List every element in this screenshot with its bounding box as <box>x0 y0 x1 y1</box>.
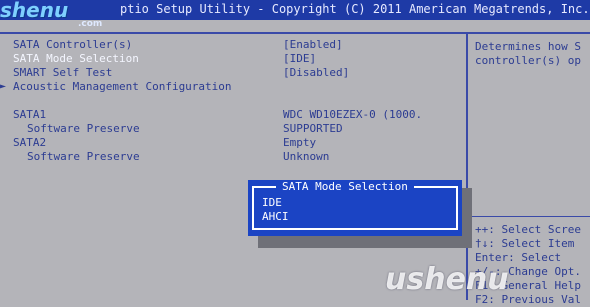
setting-sata-mode-label[interactable]: SATA Mode Selection <box>13 52 139 66</box>
watermark-bottom: ushenu <box>385 262 509 297</box>
setting-sata-controller-value[interactable]: [Enabled] <box>283 38 343 52</box>
submenu-acoustic-label: Acoustic Management Configuration <box>13 80 232 93</box>
settings-panel: SATA Controller(s) [Enabled] SATA Mode S… <box>0 34 468 300</box>
key-help-screen: ++: Select Scree <box>475 223 581 236</box>
drive-sata1-preserve-label: Software Preserve <box>27 122 140 135</box>
drive-sata2-name: SATA2 <box>13 136 47 149</box>
drive-sata1-preserve-value: SUPPORTED <box>283 122 343 135</box>
drive-sata1-name: SATA1 <box>13 108 47 121</box>
watermark-bottom-text: ushenu <box>385 262 509 297</box>
window-title: ptio Setup Utility - Copyright (C) 2011 … <box>120 2 590 16</box>
watermark-logo-text: shenu <box>0 0 69 22</box>
help-text-line2: controller(s) op <box>475 54 581 67</box>
setting-sata-controller-label[interactable]: SATA Controller(s) <box>13 38 132 52</box>
setting-smart-self-test-value[interactable]: [Disabled] <box>283 66 349 80</box>
drive-sata2-preserve-label: Software Preserve <box>27 150 140 163</box>
popup-option-ahci[interactable]: AHCI <box>262 210 289 224</box>
sata-mode-popup: SATA Mode Selection IDE AHCI <box>248 180 462 236</box>
help-divider <box>470 216 590 217</box>
key-help-item: †↓: Select Item <box>475 237 575 250</box>
drive-sata2-model: Empty <box>283 136 317 149</box>
submenu-arrow-icon: ► <box>0 81 7 92</box>
drive-sata1-model: WDC WD10EZEX-0 (1000. <box>283 108 423 121</box>
popup-title: SATA Mode Selection <box>276 180 414 193</box>
setting-sata-mode-value[interactable]: [IDE] <box>283 52 316 66</box>
drive-sata2-preserve-value: Unknown <box>283 150 330 163</box>
help-text-line1: Determines how S <box>475 40 581 53</box>
watermark-logo: shenu .com <box>0 0 124 26</box>
watermark-logo-suffix: .com <box>78 19 103 26</box>
popup-option-ide[interactable]: IDE <box>262 196 282 210</box>
setting-smart-self-test-label[interactable]: SMART Self Test <box>13 66 112 80</box>
